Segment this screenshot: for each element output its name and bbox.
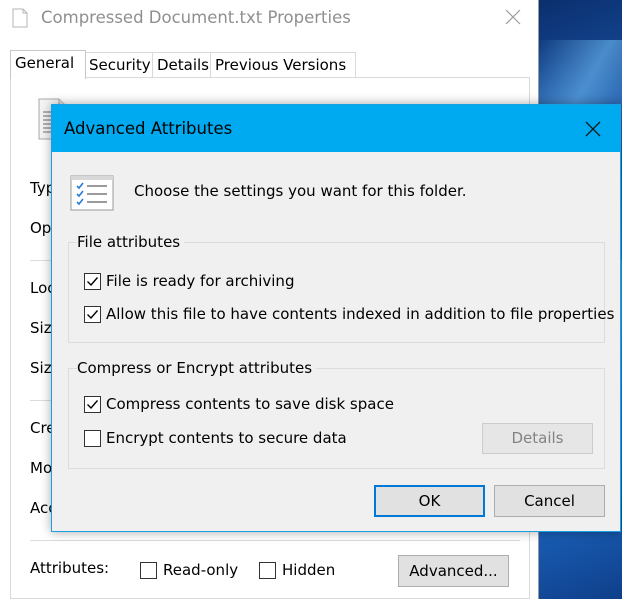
compress-label: Compress contents to save disk space	[106, 395, 394, 413]
divider	[30, 540, 520, 541]
document-icon	[12, 8, 28, 28]
archive-label: File is ready for archiving	[106, 272, 295, 290]
properties-tabs: General Security Details Previous Versio…	[10, 50, 530, 79]
encrypt-checkbox-row[interactable]: Encrypt contents to secure data	[84, 427, 347, 449]
dialog-title-bar: Advanced Attributes	[52, 105, 620, 152]
size-on-disk-label: Siz	[30, 359, 52, 377]
advanced-button[interactable]: Advanced...	[398, 555, 509, 587]
index-label: Allow this file to have contents indexed…	[106, 305, 615, 323]
tab-details[interactable]: Details	[152, 52, 217, 78]
readonly-checkbox-row[interactable]: Read-only	[140, 559, 238, 581]
readonly-checkbox[interactable]	[140, 561, 157, 579]
properties-window-title: Compressed Document.txt Properties	[41, 8, 351, 27]
dialog-title: Advanced Attributes	[64, 119, 233, 138]
attributes-label: Attributes:	[30, 559, 110, 577]
checklist-icon	[70, 175, 114, 211]
tab-security[interactable]: Security	[84, 52, 160, 78]
advanced-attributes-dialog: Advanced Attributes Choose the settings …	[51, 104, 621, 532]
encrypt-label: Encrypt contents to secure data	[106, 429, 347, 447]
ok-button[interactable]: OK	[374, 485, 485, 517]
compress-checkbox[interactable]	[84, 395, 101, 413]
encrypt-checkbox[interactable]	[84, 429, 101, 447]
properties-close-icon[interactable]	[501, 5, 525, 29]
index-checkbox[interactable]	[84, 305, 101, 323]
size-label: Siz	[30, 319, 52, 337]
readonly-label: Read-only	[163, 561, 239, 579]
hidden-checkbox-row[interactable]: Hidden	[259, 559, 335, 581]
tab-previous-versions[interactable]: Previous Versions	[210, 52, 356, 78]
hidden-label: Hidden	[282, 561, 336, 579]
index-checkbox-row[interactable]: Allow this file to have contents indexed…	[84, 303, 614, 325]
properties-title-bar: Compressed Document.txt Properties	[0, 0, 538, 36]
archive-checkbox-row[interactable]: File is ready for archiving	[84, 270, 294, 292]
compress-checkbox-row[interactable]: Compress contents to save disk space	[84, 393, 394, 415]
compress-encrypt-title: Compress or Encrypt attributes	[77, 359, 317, 377]
cancel-button[interactable]: Cancel	[494, 485, 605, 517]
file-attributes-title: File attributes	[77, 233, 185, 251]
modified-label: Mo	[30, 459, 53, 477]
dialog-close-icon[interactable]	[581, 117, 605, 141]
opens-with-label: Op	[30, 219, 52, 237]
file-attributes-group	[68, 242, 605, 343]
archive-checkbox[interactable]	[84, 272, 101, 290]
tab-general[interactable]: General	[10, 50, 86, 79]
details-button[interactable]: Details	[482, 423, 593, 454]
dialog-description: Choose the settings you want for this fo…	[134, 182, 467, 200]
hidden-checkbox[interactable]	[259, 561, 276, 579]
